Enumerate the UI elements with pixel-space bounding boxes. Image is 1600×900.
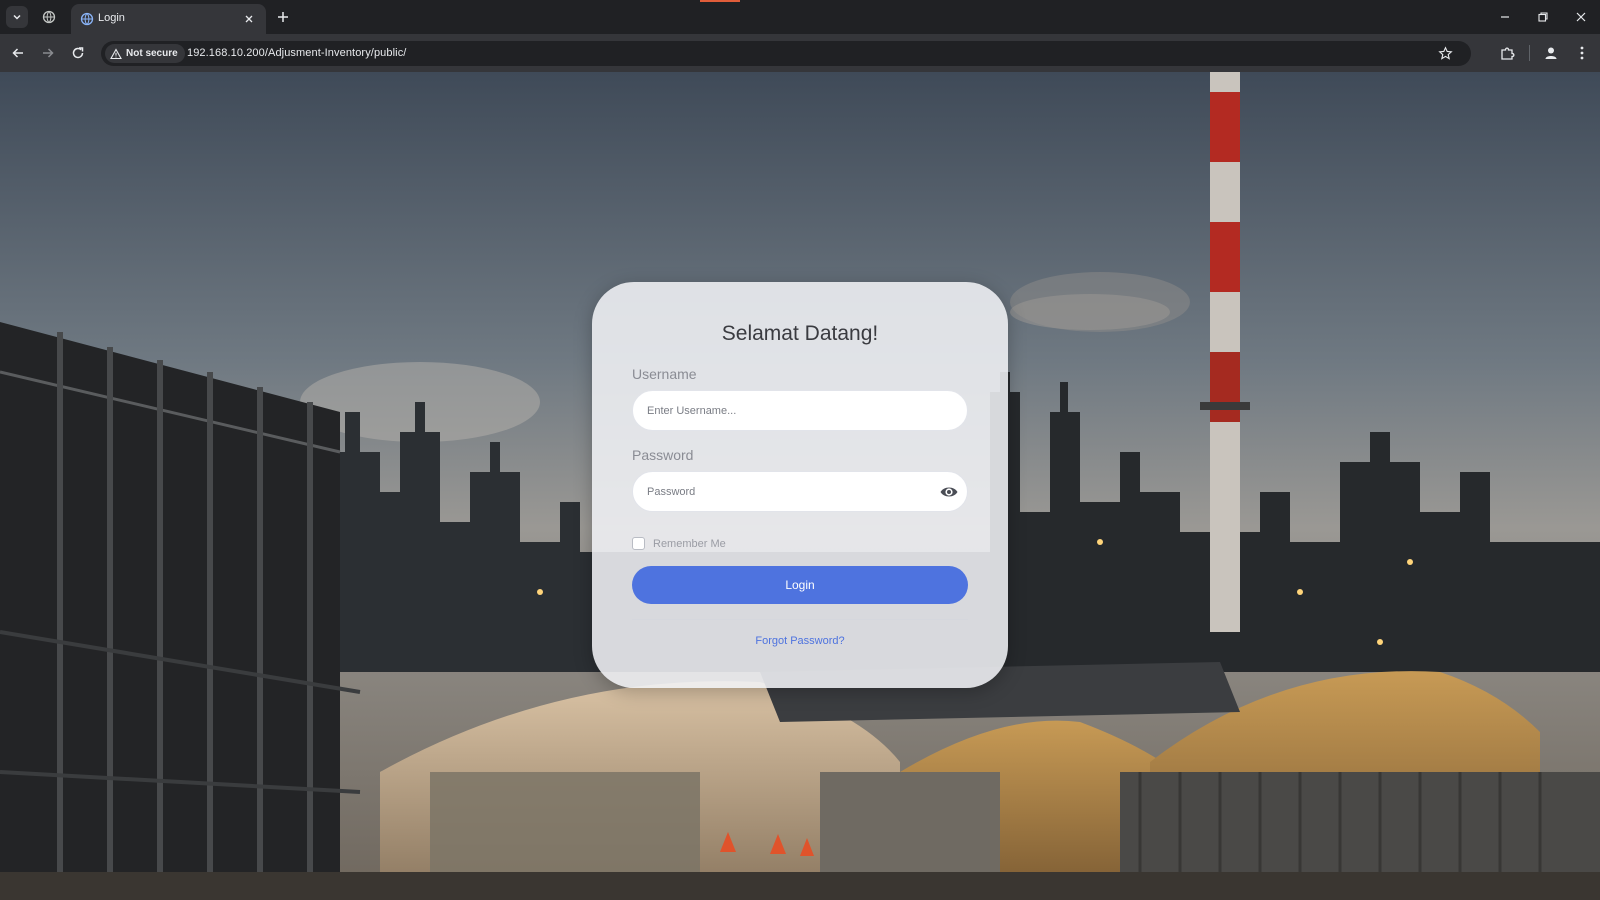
remember-me-label[interactable]: Remember Me — [653, 538, 726, 550]
eye-icon[interactable] — [939, 483, 959, 501]
remember-me-row: Remember Me — [632, 537, 726, 550]
forgot-password-link[interactable]: Forgot Password? — [592, 635, 1008, 647]
tab-search-button[interactable] — [6, 6, 28, 28]
security-chip[interactable]: Not secure — [105, 44, 185, 63]
page-title: Selamat Datang! — [721, 322, 879, 345]
url-text[interactable]: 192.168.10.200/Adjusment-Inventory/publi… — [187, 47, 406, 59]
close-icon[interactable] — [242, 12, 256, 26]
restore-icon[interactable] — [1535, 9, 1551, 25]
remember-me-checkbox[interactable] — [632, 537, 645, 550]
login-card: Selamat Datang! Username Password Rememb… — [592, 282, 1008, 688]
new-tab-plus-icon[interactable] — [275, 9, 291, 25]
chevron-down-icon — [13, 14, 21, 20]
pinned-tab[interactable] — [38, 6, 60, 28]
back-arrow-icon[interactable] — [10, 45, 26, 61]
globe-icon — [80, 12, 94, 26]
globe-icon — [42, 10, 56, 24]
warning-triangle-icon — [110, 47, 122, 59]
address-bar[interactable]: Not secure 192.168.10.200/Adjusment-Inve… — [101, 41, 1471, 66]
security-label: Not secure — [126, 48, 178, 59]
bookmark-star-icon[interactable] — [1438, 46, 1453, 61]
reload-icon[interactable] — [70, 45, 86, 61]
minimize-icon[interactable] — [1497, 9, 1513, 25]
tab-strip: Login — [0, 0, 1600, 34]
username-label: Username — [632, 366, 697, 382]
tab-login[interactable]: Login — [71, 4, 266, 34]
close-window-icon[interactable] — [1573, 9, 1589, 25]
kebab-menu-icon[interactable] — [1573, 44, 1591, 62]
page-viewport: Selamat Datang! Username Password Rememb… — [0, 72, 1600, 900]
toolbar-separator — [1529, 45, 1530, 61]
extensions-puzzle-icon[interactable] — [1499, 44, 1517, 62]
forward-arrow-icon[interactable] — [40, 45, 56, 61]
username-field — [632, 390, 968, 431]
browser-toolbar: Not secure 192.168.10.200/Adjusment-Inve… — [0, 34, 1600, 72]
login-button[interactable]: Login — [632, 566, 968, 604]
tab-strip-accent — [700, 0, 740, 2]
divider — [632, 619, 968, 620]
password-field — [632, 471, 968, 512]
username-input[interactable] — [647, 391, 937, 430]
profile-avatar-icon[interactable] — [1542, 44, 1560, 62]
password-label: Password — [632, 447, 694, 463]
password-input[interactable] — [647, 472, 937, 511]
tab-title: Login — [98, 12, 125, 24]
